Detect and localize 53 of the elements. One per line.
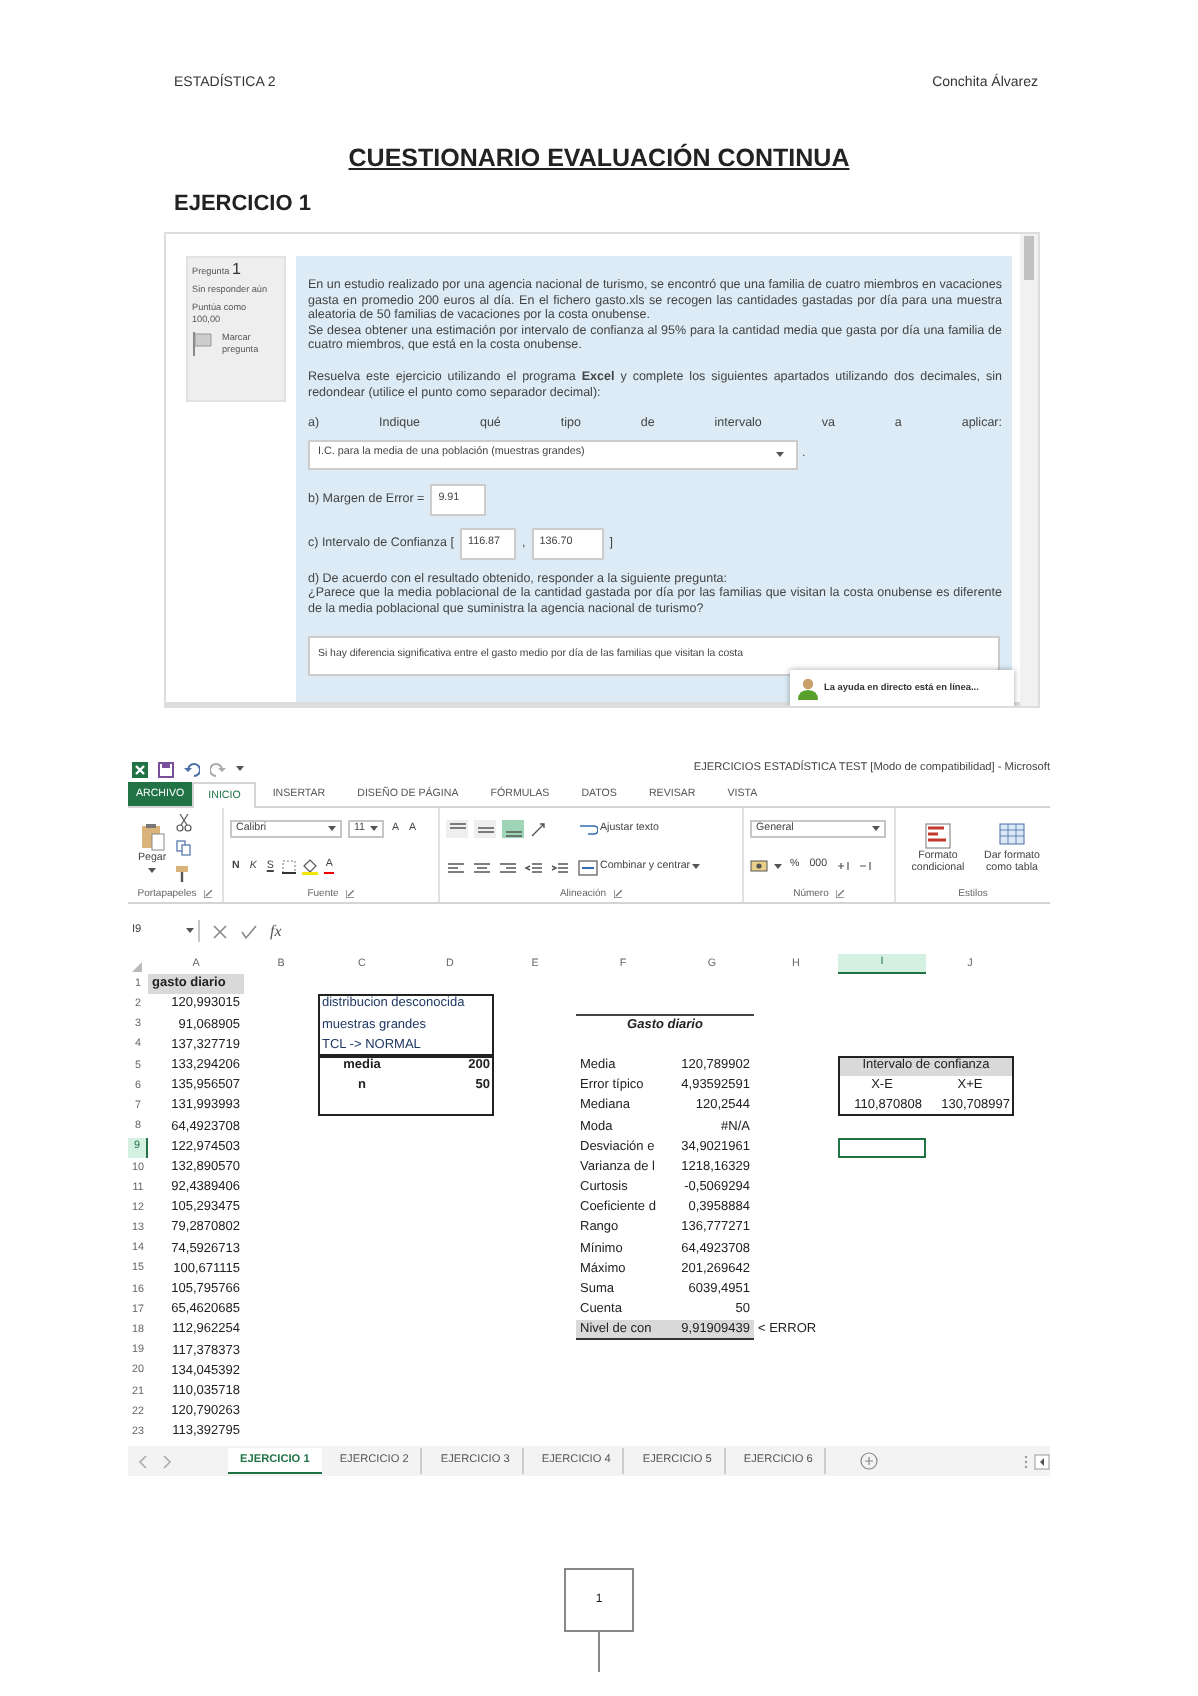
wrap-icon — [578, 821, 598, 837]
caret-icon — [370, 826, 378, 832]
currency-icon[interactable] — [750, 858, 768, 874]
orientation-icon[interactable] — [530, 821, 546, 837]
table-format-icon — [998, 822, 1026, 851]
dialog-launcher-icon[interactable] — [836, 889, 845, 897]
previous-sheet-icon[interactable] — [136, 1453, 152, 1470]
align-center-icon[interactable] — [472, 859, 492, 875]
caret-icon — [328, 826, 336, 832]
enter-icon[interactable] — [240, 923, 258, 939]
align-right-icon[interactable] — [498, 859, 518, 875]
fill-color-icon[interactable] — [301, 858, 318, 876]
increase-indent-icon[interactable] — [550, 859, 570, 875]
section-heading: EJERCICIO 1 — [174, 192, 311, 218]
merge-icon — [578, 859, 598, 875]
align-icon — [475, 821, 495, 837]
align-left-icon[interactable] — [446, 859, 466, 875]
document-title: CUESTIONARIO EVALUACIÓN CONTINUA — [348, 144, 850, 172]
scrollbar[interactable] — [1020, 234, 1038, 706]
save-icon[interactable] — [158, 761, 174, 777]
borders-icon[interactable] — [281, 860, 296, 874]
copy-icon[interactable] — [176, 840, 193, 857]
question-number: 1 — [231, 260, 241, 278]
person-icon — [798, 677, 818, 699]
vertical-align-button[interactable] — [474, 820, 496, 838]
caret-icon — [776, 451, 784, 458]
cut-icon[interactable] — [176, 814, 193, 833]
dialog-launcher-icon[interactable] — [204, 889, 213, 897]
cell-cursor — [838, 1137, 926, 1158]
dialog-launcher-icon[interactable] — [614, 889, 623, 897]
caret-icon — [872, 825, 880, 831]
clipboard-icon — [139, 822, 166, 853]
vertical-align-button[interactable] — [446, 820, 468, 838]
dialog-launcher-icon[interactable] — [346, 889, 355, 897]
caret-icon — [148, 867, 157, 874]
cancel-icon[interactable] — [212, 923, 228, 939]
redo-icon[interactable] — [210, 761, 226, 777]
scroll-left-icon[interactable] — [1034, 1453, 1050, 1470]
conditional-format-icon — [924, 822, 952, 851]
decrease-indent-icon[interactable] — [524, 859, 544, 875]
caret-icon — [692, 864, 701, 870]
caret-icon — [774, 863, 782, 869]
caret-icon — [236, 766, 244, 772]
increase-decimal-icon[interactable] — [835, 858, 852, 874]
format-painter-icon[interactable] — [176, 865, 193, 882]
next-sheet-icon[interactable] — [158, 1453, 174, 1470]
insert-function-button[interactable]: fx — [270, 921, 282, 941]
caret-icon — [186, 928, 194, 934]
decrease-decimal-icon[interactable] — [857, 858, 874, 874]
scrollbar-thumb[interactable] — [1024, 236, 1034, 280]
undo-icon[interactable] — [184, 761, 200, 777]
flag-icon[interactable] — [192, 332, 214, 356]
add-sheet-icon[interactable] — [860, 1452, 879, 1471]
